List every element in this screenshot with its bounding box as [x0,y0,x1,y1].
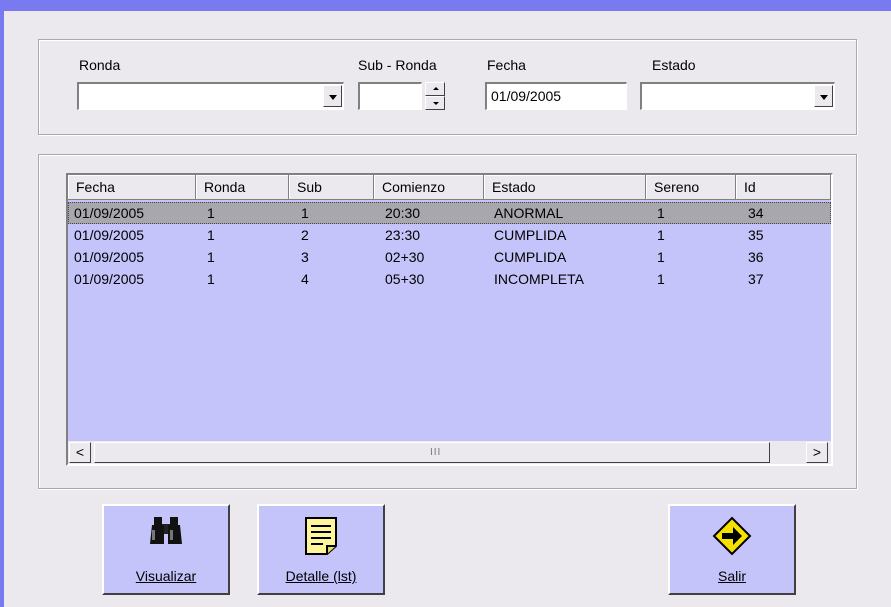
sub-ronda-field[interactable] [358,82,422,110]
cell-ronda: 1 [207,271,215,287]
cell-sub: 4 [301,271,309,287]
spin-down-arrow-icon[interactable] [425,96,445,110]
cell-id: 36 [748,249,764,265]
column-header-id[interactable]: Id [736,175,831,200]
sub-ronda-spinner[interactable] [425,82,445,110]
cell-id: 37 [748,271,764,287]
exit-arrow-sign-icon [712,516,752,559]
cell-sub: 2 [301,227,309,243]
detalle-lst-button[interactable]: Detalle (lst) [257,504,385,595]
visualizar-label: Visualizar [135,568,197,584]
visualizar-button[interactable]: Visualizar [102,504,230,595]
cell-estado: CUMPLIDA [494,249,567,265]
cell-estado: INCOMPLETA [494,271,584,287]
column-header-ronda[interactable]: Ronda [196,175,289,200]
estado-combobox[interactable] [640,82,835,110]
listview-header: Fecha Ronda Sub Comienzo Estado Sereno I… [68,175,831,200]
ronda-label: Ronda [79,57,121,73]
rondas-listview[interactable]: Fecha Ronda Sub Comienzo Estado Sereno I… [66,173,833,466]
cell-sereno: 1 [657,271,665,287]
fecha-label: Fecha [487,57,526,73]
cell-comienzo: 02+30 [385,249,425,265]
cell-ronda: 1 [207,205,215,221]
table-row[interactable]: 01/09/2005 1 3 02+30 CUMPLIDA 1 36 [68,246,831,268]
cell-fecha: 01/09/2005 [74,205,145,221]
cell-comienzo: 20:30 [385,205,421,221]
horizontal-scrollbar[interactable]: < III > [68,441,831,464]
cell-fecha: 01/09/2005 [74,271,145,287]
table-row[interactable]: 01/09/2005 1 4 05+30 INCOMPLETA 1 37 [68,268,831,290]
scroll-left-arrow-icon[interactable]: < [69,442,91,463]
sub-ronda-label: Sub - Ronda [358,57,437,73]
column-header-sereno[interactable]: Sereno [646,175,736,200]
cell-id: 34 [748,205,764,221]
cell-estado: ANORMAL [494,205,564,221]
cell-sereno: 1 [657,227,665,243]
column-header-estado[interactable]: Estado [484,175,646,200]
table-row[interactable]: 01/09/2005 1 1 20:30 ANORMAL 1 34 [68,202,831,224]
table-row[interactable]: 01/09/2005 1 2 23:30 CUMPLIDA 1 35 [68,224,831,246]
cell-fecha: 01/09/2005 [74,249,145,265]
cell-sub: 1 [301,205,309,221]
scroll-grip: III [430,447,442,458]
notepad-icon [303,516,339,559]
cell-estado: CUMPLIDA [494,227,567,243]
binoculars-icon [148,516,184,551]
column-header-comienzo[interactable]: Comienzo [374,175,484,200]
fecha-value: 01/09/2005 [491,88,562,104]
cell-sub: 3 [301,249,309,265]
cell-fecha: 01/09/2005 [74,227,145,243]
cell-sereno: 1 [657,205,665,221]
salir-button[interactable]: Salir [668,504,796,595]
cell-comienzo: 23:30 [385,227,421,243]
cell-ronda: 1 [207,227,215,243]
cell-sereno: 1 [657,249,665,265]
scroll-right-arrow-icon[interactable]: > [806,442,828,463]
ronda-dropdown-arrow-icon[interactable] [323,85,342,107]
ronda-combobox[interactable] [77,82,344,110]
estado-label: Estado [652,57,696,73]
detalle-lst-label: Detalle (lst) [285,568,357,584]
cell-ronda: 1 [207,249,215,265]
cell-comienzo: 05+30 [385,271,425,287]
window-frame-top [0,0,891,11]
column-header-sub[interactable]: Sub [289,175,374,200]
fecha-input[interactable]: 01/09/2005 [485,82,627,110]
column-header-fecha[interactable]: Fecha [68,175,196,200]
scroll-thumb[interactable]: III [94,442,770,463]
estado-dropdown-arrow-icon[interactable] [814,85,833,107]
window-frame-left [0,0,4,607]
cell-id: 35 [748,227,764,243]
spin-up-arrow-icon[interactable] [425,82,445,96]
salir-label: Salir [717,568,746,584]
